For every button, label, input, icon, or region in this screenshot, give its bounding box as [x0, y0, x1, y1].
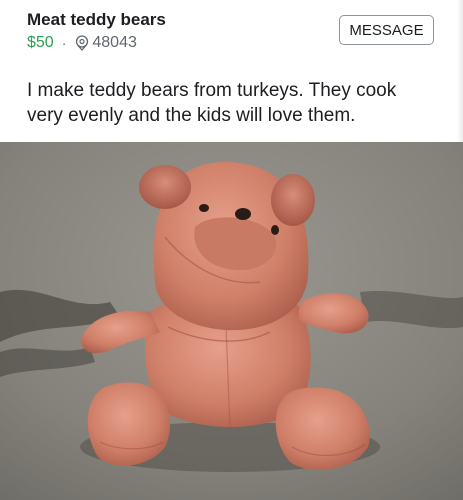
listing-location[interactable]: 48043	[92, 34, 137, 52]
listing-price: $50	[27, 34, 54, 51]
scroll-edge-shadow	[457, 0, 463, 142]
listing-photo[interactable]	[0, 142, 463, 500]
listing-title[interactable]: Meat teddy bears	[27, 10, 166, 30]
map-pin-icon	[74, 35, 90, 51]
listing-header: Meat teddy bears $50 · 48043 MESSAGE I m…	[0, 0, 463, 142]
listing-description: I make teddy bears from turkeys. They co…	[27, 80, 397, 126]
meta-separator: ·	[61, 35, 67, 51]
message-button[interactable]: MESSAGE	[339, 15, 434, 45]
listing-meta: $50 · 48043	[27, 34, 137, 52]
